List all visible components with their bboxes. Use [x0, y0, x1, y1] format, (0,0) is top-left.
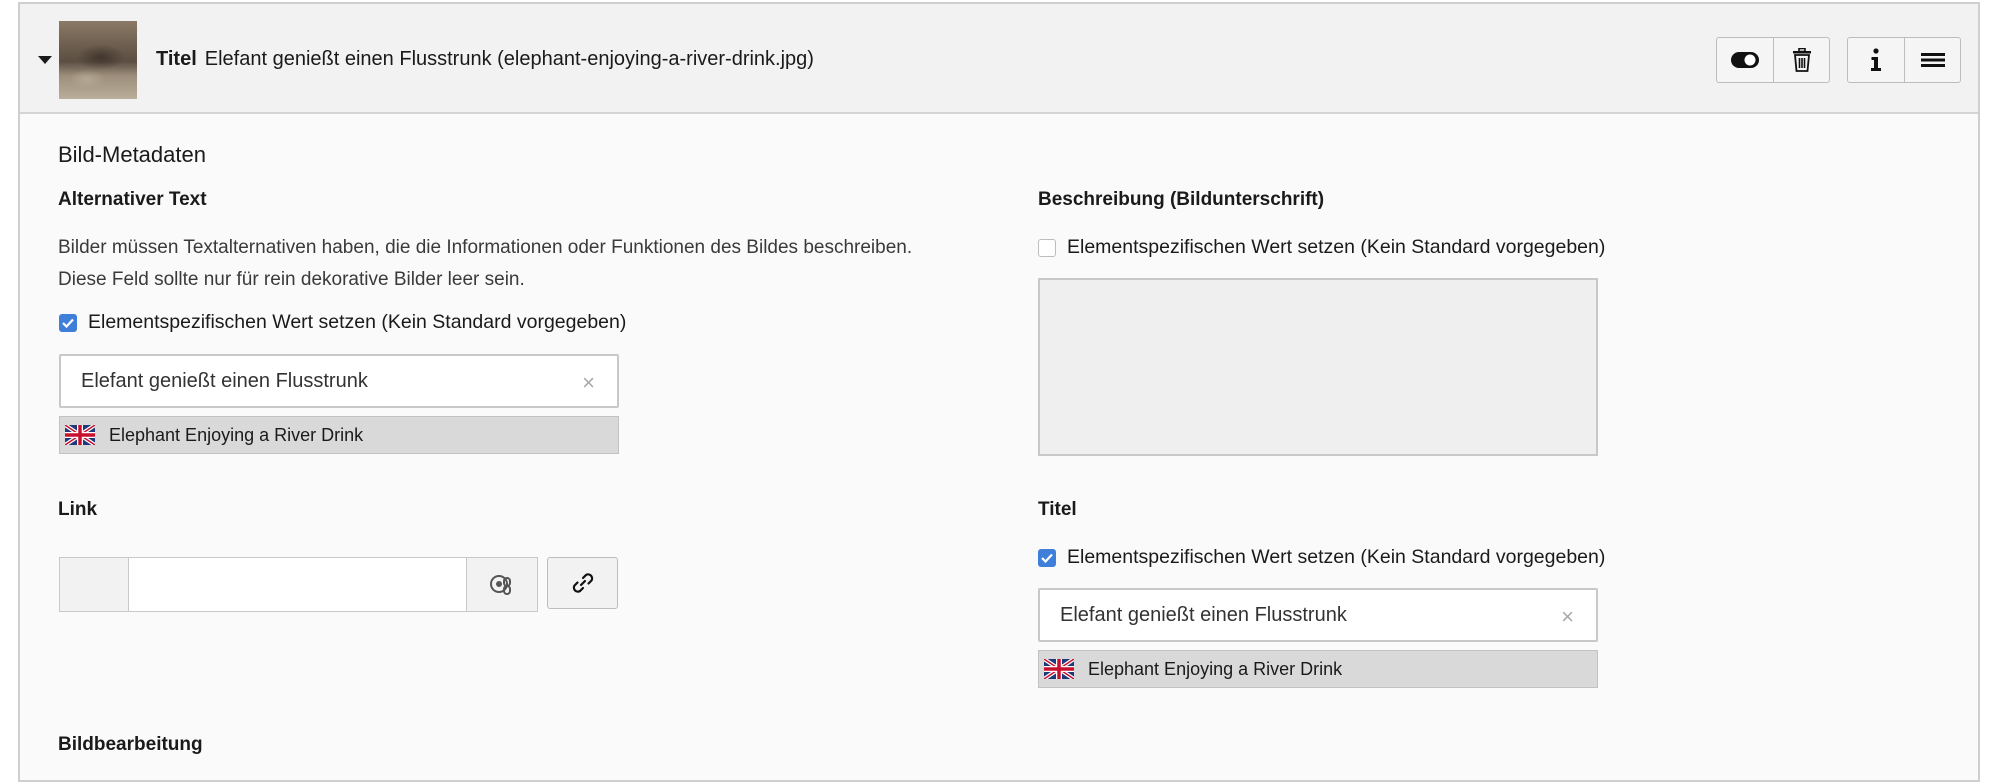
delete-button[interactable]	[1773, 38, 1829, 82]
alt-text-label: Alternativer Text	[58, 189, 207, 210]
title-override-label: Elementspezifischen Wert setzen (Kein St…	[1067, 546, 1606, 568]
collapse-caret-icon[interactable]	[38, 56, 52, 64]
link-explanation-button[interactable]	[466, 558, 537, 611]
menu-icon	[1920, 53, 1945, 67]
title-translation-value: Elephant Enjoying a River Drink	[1088, 658, 1343, 679]
clear-icon[interactable]: ×	[582, 370, 595, 396]
clear-icon[interactable]: ×	[1561, 604, 1574, 630]
alt-text-help-line-1: Bilder müssen Textalternativen haben, di…	[58, 237, 913, 258]
link-browser-button[interactable]	[547, 557, 618, 609]
alt-text-input-value: Elefant genießt einen Flusstrunk	[81, 370, 368, 392]
title-override-row[interactable]: Elementspezifischen Wert setzen (Kein St…	[1038, 546, 1605, 569]
description-override-checkbox[interactable]	[1038, 238, 1056, 257]
description-override-label: Elementspezifischen Wert setzen (Kein St…	[1067, 236, 1606, 258]
title-translation: Elephant Enjoying a River Drink	[1038, 650, 1598, 688]
menu-button[interactable]	[1904, 38, 1960, 82]
info-button[interactable]	[1848, 38, 1904, 82]
description-textarea[interactable]	[1038, 278, 1598, 456]
title-field-label: Titel	[1038, 499, 1077, 520]
header-title: Titel Elefant genießt einen Flusstrunk (e…	[156, 48, 814, 71]
uk-flag-icon	[1044, 659, 1074, 679]
toggle-visibility-icon	[1731, 52, 1759, 68]
description-override-row[interactable]: Elementspezifischen Wert setzen (Kein St…	[1038, 236, 1605, 259]
link-icon	[572, 573, 593, 593]
header-action-group-1	[1716, 37, 1830, 83]
alt-text-translation-value: Elephant Enjoying a River Drink	[109, 424, 364, 445]
link-label: Link	[58, 499, 98, 520]
info-icon	[1871, 48, 1881, 71]
alt-text-translation: Elephant Enjoying a River Drink	[59, 416, 619, 454]
image-editing-label: Bildbearbeitung	[58, 734, 203, 755]
trash-icon	[1792, 48, 1811, 72]
link-type-prefix	[60, 558, 129, 611]
image-thumbnail	[59, 21, 137, 99]
header-title-label: Titel	[156, 48, 197, 70]
header-action-group-2	[1847, 37, 1961, 83]
section-title: Bild-Metadaten	[58, 142, 206, 167]
toggle-visibility-button[interactable]	[1717, 38, 1773, 82]
title-input[interactable]: Elefant genießt einen Flusstrunk ×	[1038, 588, 1598, 642]
alt-text-override-label: Elementspezifischen Wert setzen (Kein St…	[88, 311, 627, 333]
alt-text-input[interactable]: Elefant genießt einen Flusstrunk ×	[59, 354, 619, 408]
link-explanation-icon	[490, 574, 511, 595]
link-input[interactable]	[129, 558, 466, 611]
link-input-group	[59, 557, 538, 612]
description-label: Beschreibung (Bildunterschrift)	[1038, 189, 1325, 210]
header-title-value: Elefant genießt einen Flusstrunk (elepha…	[204, 48, 814, 70]
alt-text-help: Bilder müssen Textalternativen haben, di…	[58, 232, 1018, 296]
uk-flag-icon	[65, 425, 95, 445]
title-override-checkbox[interactable]	[1038, 548, 1056, 567]
checkmark-icon	[62, 318, 74, 328]
panel-header[interactable]: Titel Elefant genießt einen Flusstrunk (e…	[20, 4, 1978, 114]
checkmark-icon	[1041, 553, 1053, 563]
alt-text-override-row[interactable]: Elementspezifischen Wert setzen (Kein St…	[59, 311, 626, 334]
title-input-value: Elefant genießt einen Flusstrunk	[1060, 604, 1347, 626]
file-reference-panel: Titel Elefant genießt einen Flusstrunk (e…	[18, 2, 1980, 782]
alt-text-help-line-2: Diese Feld sollte nur für rein dekorativ…	[58, 269, 525, 290]
alt-text-override-checkbox[interactable]	[59, 313, 77, 332]
